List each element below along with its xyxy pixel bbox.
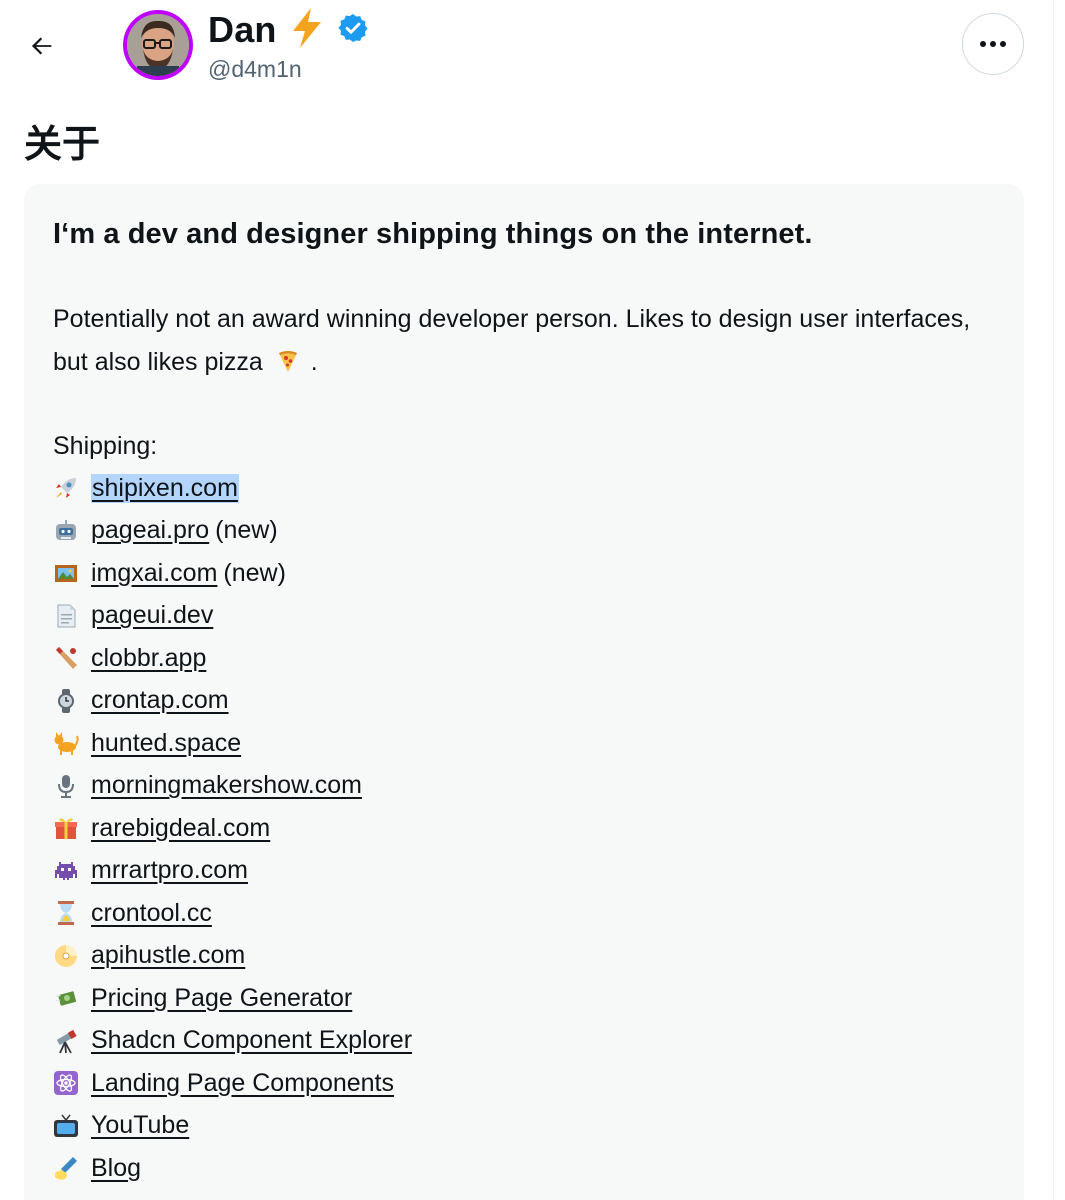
profile-header: Dan @d4m1n xyxy=(0,0,1053,110)
link-imgxai[interactable]: imgxai.com xyxy=(91,559,217,588)
telescope-emoji-icon xyxy=(53,1028,79,1054)
link-youtube[interactable]: YouTube xyxy=(91,1111,189,1140)
link-landing-page-components[interactable]: Landing Page Components xyxy=(91,1069,394,1098)
link-shipixen[interactable]: shipixen.com xyxy=(91,473,239,503)
hourglass-emoji-icon xyxy=(53,900,79,926)
list-item: crontool.cc xyxy=(53,892,412,935)
robot-emoji-icon xyxy=(53,518,79,544)
bio-text: Potentially not an award winning develop… xyxy=(53,298,1013,386)
section-title: 关于 xyxy=(24,122,101,166)
cat-emoji-icon xyxy=(53,730,79,756)
profile-about-page: Dan @d4m1n 关于 I‘m a dev and designer shi… xyxy=(0,0,1065,1200)
link-mrrartpro[interactable]: mrrartpro.com xyxy=(91,856,248,885)
list-item: rarebigdeal.com xyxy=(53,807,412,850)
link-pricing-page-generator[interactable]: Pricing Page Generator xyxy=(91,984,352,1013)
link-apihustle[interactable]: apihustle.com xyxy=(91,941,245,970)
cricket-bat-emoji-icon xyxy=(53,645,79,671)
list-item: morningmakershow.com xyxy=(53,765,412,808)
link-suffix: (new) xyxy=(223,558,286,587)
display-name: Dan xyxy=(208,9,277,50)
shipping-link-list: shipixen.com pageai.pro (new) imgxai.com… xyxy=(53,467,412,1190)
list-item: pageai.pro (new) xyxy=(53,510,412,553)
verified-badge-icon[interactable] xyxy=(337,12,369,49)
writing-hand-emoji-icon xyxy=(53,1155,79,1181)
bio-line-2-text: but also likes pizza xyxy=(53,347,263,376)
link-shadcn-component-explorer[interactable]: Shadcn Component Explorer xyxy=(91,1026,412,1055)
lightning-emoji-icon xyxy=(287,7,327,54)
avatar[interactable] xyxy=(123,10,193,80)
bio-line-2-end: . xyxy=(310,347,318,376)
list-item: YouTube xyxy=(53,1105,412,1148)
pizza-emoji-icon xyxy=(276,344,300,387)
list-item: Landing Page Components xyxy=(53,1062,412,1105)
more-horizontal-icon xyxy=(980,41,1006,47)
about-card: I‘m a dev and designer shipping things o… xyxy=(24,184,1024,1200)
name-row: Dan xyxy=(208,7,369,54)
watch-emoji-icon xyxy=(53,688,79,714)
link-clobbr[interactable]: clobbr.app xyxy=(91,644,206,673)
gift-emoji-icon xyxy=(53,815,79,841)
link-blog[interactable]: Blog xyxy=(91,1154,141,1183)
link-rarebigdeal[interactable]: rarebigdeal.com xyxy=(91,814,270,843)
link-pageui[interactable]: pageui.dev xyxy=(91,601,213,630)
list-item: mrrartpro.com xyxy=(53,850,412,893)
list-item: pageui.dev xyxy=(53,595,412,638)
link-crontool[interactable]: crontool.cc xyxy=(91,899,212,928)
list-item: Pricing Page Generator xyxy=(53,977,412,1020)
more-options-button[interactable] xyxy=(962,13,1024,75)
list-item: Blog xyxy=(53,1147,412,1190)
cd-disc-emoji-icon xyxy=(53,943,79,969)
list-item: Shadcn Component Explorer xyxy=(53,1020,412,1063)
list-item: shipixen.com xyxy=(53,467,412,510)
money-wings-emoji-icon xyxy=(53,985,79,1011)
bio-headline: I‘m a dev and designer shipping things o… xyxy=(53,218,813,250)
link-pageai[interactable]: pageai.pro xyxy=(91,516,209,545)
arrow-left-icon xyxy=(31,37,52,55)
television-emoji-icon xyxy=(53,1113,79,1139)
link-crontap[interactable]: crontap.com xyxy=(91,686,229,715)
framed-picture-emoji-icon xyxy=(53,560,79,586)
bio-line-2: but also likes pizza . xyxy=(53,341,1013,387)
page-document-emoji-icon xyxy=(53,603,79,629)
list-item: clobbr.app xyxy=(53,637,412,680)
column-divider xyxy=(1053,0,1054,1200)
shipping-label: Shipping: xyxy=(53,432,158,460)
rocket-emoji-icon xyxy=(53,475,79,501)
microphone-emoji-icon xyxy=(53,773,79,799)
back-button[interactable] xyxy=(22,26,62,66)
list-item: crontap.com xyxy=(53,680,412,723)
link-suffix: (new) xyxy=(215,516,278,545)
bio-line-1: Potentially not an award winning develop… xyxy=(53,305,971,333)
user-handle: @d4m1n xyxy=(208,56,302,82)
atom-emoji-icon xyxy=(53,1070,79,1096)
list-item: apihustle.com xyxy=(53,935,412,978)
link-hunted[interactable]: hunted.space xyxy=(91,729,241,758)
space-invader-emoji-icon xyxy=(53,858,79,884)
avatar-photo xyxy=(127,14,189,76)
link-morningmakershow[interactable]: morningmakershow.com xyxy=(91,771,362,800)
list-item: hunted.space xyxy=(53,722,412,765)
list-item: imgxai.com (new) xyxy=(53,552,412,595)
